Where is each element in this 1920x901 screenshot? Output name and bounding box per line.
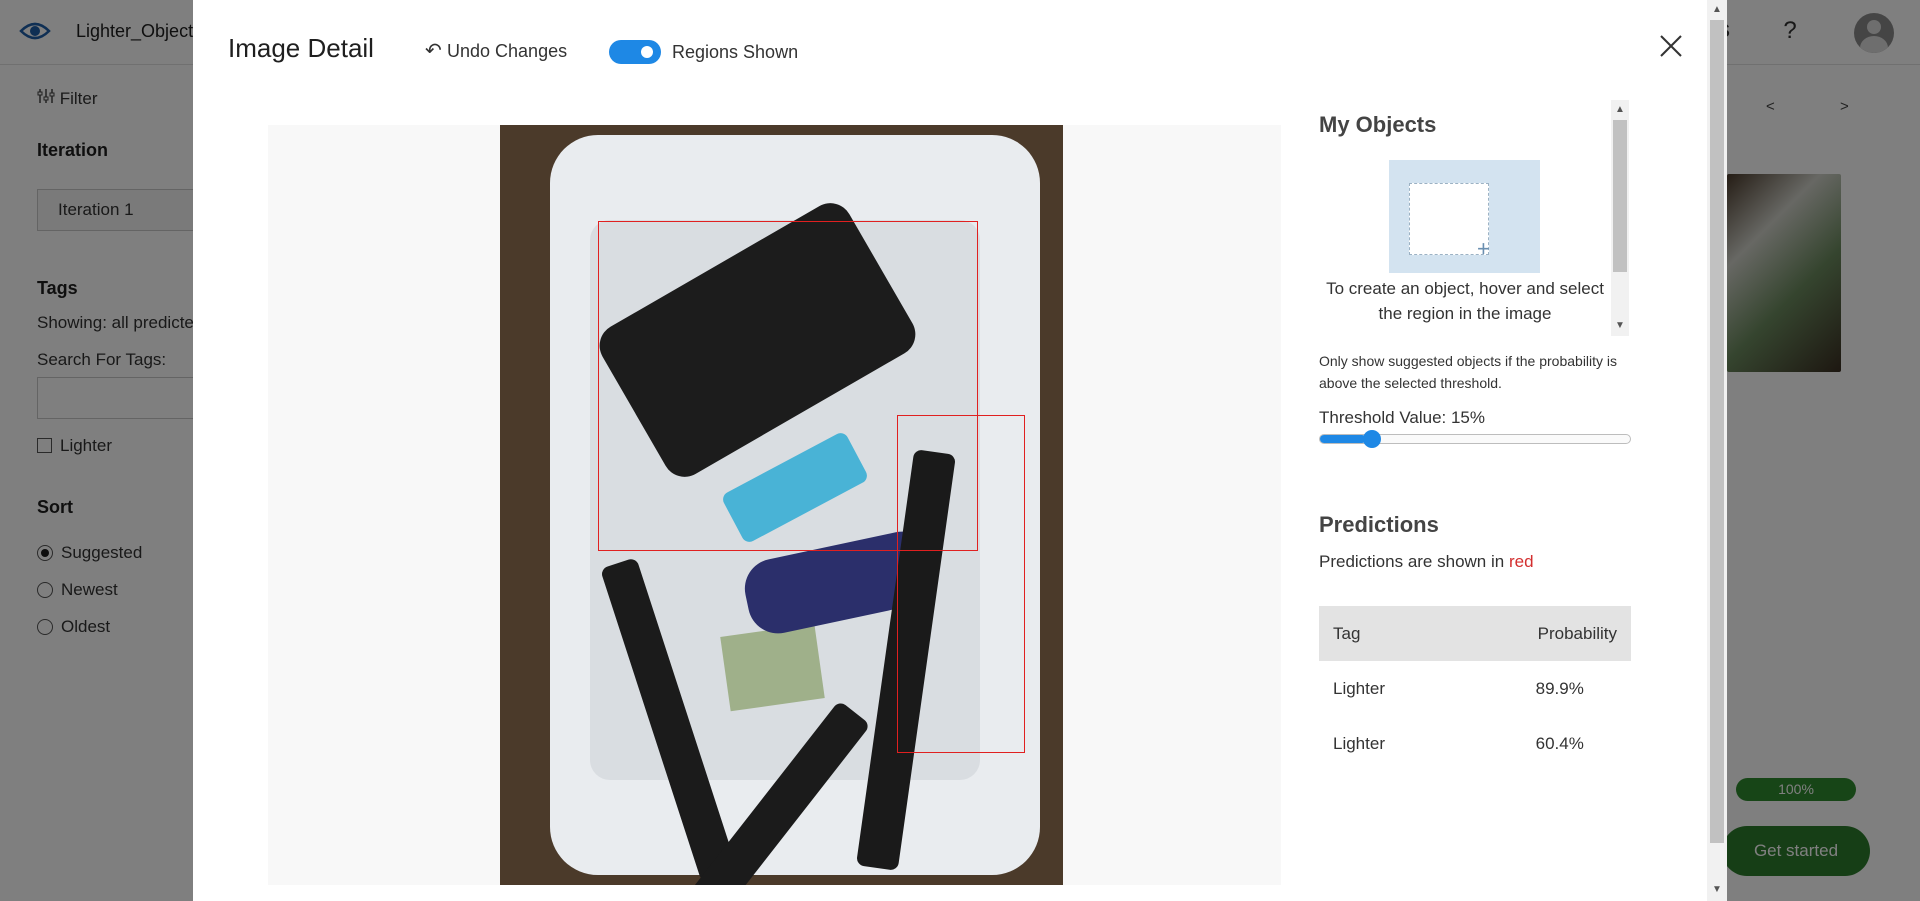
prediction-probability: 89.9% [1535, 678, 1584, 698]
my-objects-panel: My Objects + To create an object, hover … [1319, 100, 1619, 336]
dialog-title: Image Detail [228, 33, 374, 63]
table-header-row: Tag Probability [1319, 606, 1631, 661]
threshold-slider-fill [1320, 435, 1366, 443]
bill-shape [720, 623, 825, 712]
close-icon[interactable] [1657, 32, 1685, 60]
create-object-tile[interactable]: + [1389, 160, 1540, 273]
undo-changes-button[interactable]: ↶ Undo Changes [425, 38, 567, 63]
predictions-heading: Predictions [1319, 512, 1439, 537]
my-objects-scrollbar[interactable]: ▲ ▼ [1611, 100, 1629, 336]
undo-label: Undo Changes [447, 41, 568, 61]
regions-toggle[interactable] [609, 40, 661, 64]
prediction-tag: Lighter [1333, 678, 1385, 698]
scroll-down-icon[interactable]: ▼ [1615, 320, 1625, 331]
predictions-note-color-word: red [1508, 552, 1534, 571]
column-header-probability: Probability [1442, 606, 1631, 661]
plus-icon: + [1477, 236, 1490, 261]
threshold-note: Only show suggested objects if the proba… [1319, 353, 1618, 391]
predictions-table: Tag Probability Lighter 89.9% Lighter 60… [1319, 606, 1631, 771]
image-canvas[interactable] [268, 125, 1281, 885]
prediction-tag: Lighter [1333, 733, 1385, 753]
dialog-scrollbar[interactable]: ▲ ▼ [1707, 0, 1727, 901]
my-objects-heading: My Objects [1319, 112, 1437, 137]
scroll-up-icon[interactable]: ▲ [1615, 104, 1625, 115]
column-header-tag: Tag [1319, 606, 1443, 661]
scroll-up-icon[interactable]: ▲ [1712, 4, 1722, 15]
create-object-hint: To create an object, hover and select th… [1326, 279, 1604, 323]
regions-toggle-label: Regions Shown [672, 42, 799, 62]
threshold-label: Threshold Value: 15% [1319, 408, 1486, 427]
prediction-probability: 60.4% [1535, 733, 1584, 753]
undo-icon: ↶ [425, 40, 442, 62]
prediction-box-2[interactable] [897, 415, 1025, 753]
predictions-note: Predictions are shown in red [1319, 552, 1534, 572]
table-row[interactable]: Lighter 60.4% [1319, 716, 1631, 771]
predictions-note-text: Predictions are shown in [1319, 552, 1505, 571]
threshold-slider-thumb[interactable] [1363, 430, 1381, 448]
scroll-down-icon[interactable]: ▼ [1712, 884, 1722, 895]
detail-photo[interactable] [500, 125, 1063, 885]
table-row[interactable]: Lighter 89.9% [1319, 661, 1631, 716]
